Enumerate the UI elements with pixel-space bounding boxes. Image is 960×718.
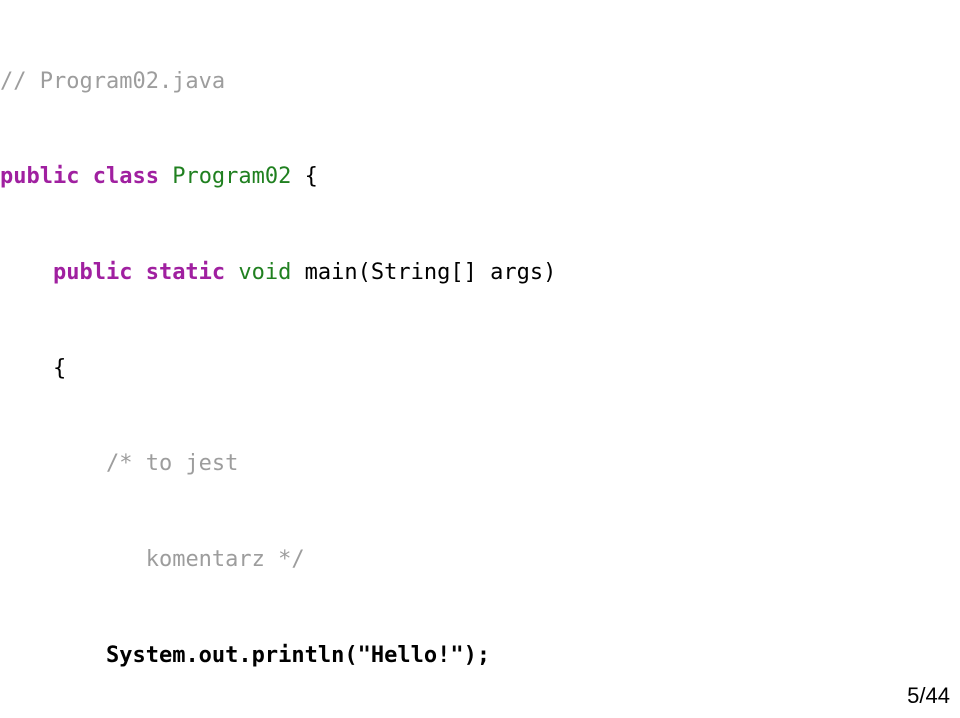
code-text: { [0, 356, 66, 381]
code-line-2: public class Program02 { [0, 161, 960, 193]
code-line-4: { [0, 353, 960, 385]
code-indent [0, 260, 53, 285]
code-statement: System.out.println("Hello!"); [106, 643, 490, 668]
code-line-6: komentarz */ [0, 544, 960, 576]
code-indent [0, 547, 146, 572]
code-comment: komentarz */ [146, 547, 305, 572]
code-line-3: public static void main(String[] args) [0, 257, 960, 289]
code-type: void [225, 260, 291, 285]
code-keyword: public class [0, 164, 159, 189]
code-keyword: public static [53, 260, 225, 285]
code-rest: main(String[] args) [291, 260, 556, 285]
code-indent [0, 451, 106, 476]
code-block: // Program02.java public class Program02… [0, 0, 960, 718]
code-rest: { [291, 164, 318, 189]
code-comment: /* to jest [106, 451, 238, 476]
page-number: 5/44 [907, 680, 950, 712]
page: // Program02.java public class Program02… [0, 0, 960, 718]
code-type: Program02 [159, 164, 291, 189]
code-line-7: System.out.println("Hello!"); [0, 640, 960, 672]
code-line-1: // Program02.java [0, 66, 960, 98]
code-comment: // Program02.java [0, 69, 225, 94]
code-line-5: /* to jest [0, 448, 960, 480]
code-indent [0, 643, 106, 668]
